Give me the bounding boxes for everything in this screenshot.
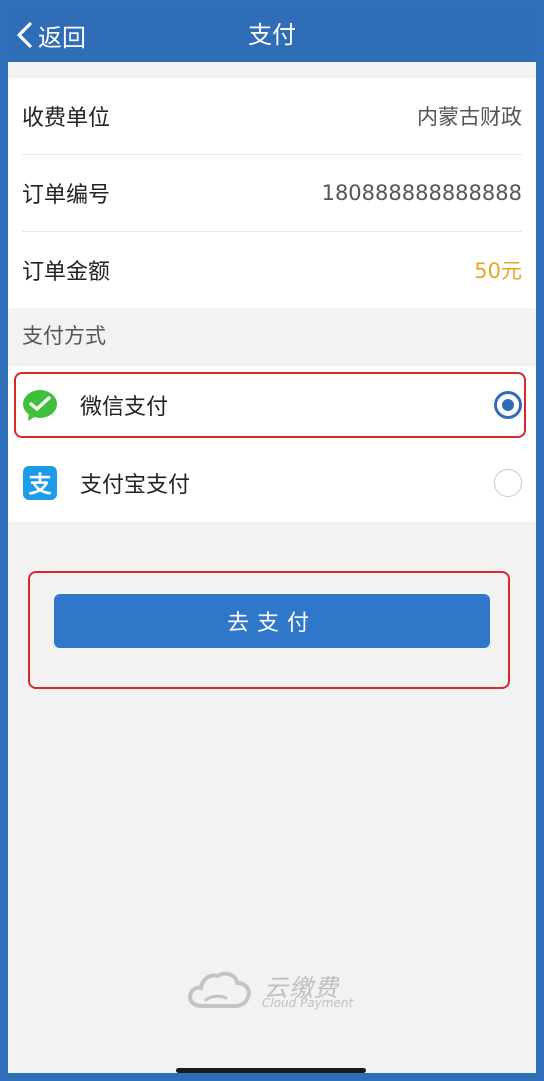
wechat-pay-icon bbox=[23, 390, 57, 421]
alipay-label: 支付宝支付 bbox=[80, 473, 191, 498]
amount-value: 50元 bbox=[474, 259, 522, 283]
cloud-icon bbox=[188, 971, 251, 1008]
brand-name-en: Cloud Payment bbox=[262, 996, 354, 1010]
info-row-order-no: 订单编号 180888888888888 bbox=[22, 155, 522, 232]
amount-label: 订单金额 bbox=[22, 260, 111, 285]
order-info-card: 收费单位 内蒙古财政 订单编号 180888888888888 订单金额 50元 bbox=[8, 78, 536, 308]
payment-option-alipay[interactable]: 支 支付宝支付 bbox=[8, 444, 536, 522]
screen: 返回 支付 收费单位 内蒙古财政 订单编号 180888888888888 订单… bbox=[8, 8, 536, 1073]
alipay-radio[interactable] bbox=[494, 469, 522, 497]
info-row-payee: 收费单位 内蒙古财政 bbox=[22, 78, 522, 155]
payment-option-wechat[interactable]: 微信支付 bbox=[8, 366, 536, 444]
payment-methods-card: 微信支付 支 支付宝支付 bbox=[8, 366, 536, 522]
cloud-payment-logo: 云缴费 Cloud Payment bbox=[186, 966, 366, 1014]
page-title: 支付 bbox=[248, 21, 296, 49]
payment-method-title: 支付方式 bbox=[22, 324, 106, 348]
payee-value: 内蒙古财政 bbox=[417, 105, 522, 129]
payee-label: 收费单位 bbox=[22, 106, 111, 131]
go-pay-button[interactable]: 去支付 bbox=[54, 594, 490, 648]
nav-bar: 返回 支付 bbox=[8, 8, 536, 62]
order-no-label: 订单编号 bbox=[22, 183, 111, 208]
order-no-value: 180888888888888 bbox=[321, 181, 522, 205]
svg-text:支: 支 bbox=[28, 472, 53, 498]
info-row-amount: 订单金额 50元 bbox=[22, 232, 522, 308]
back-label: 返回 bbox=[38, 23, 86, 52]
chevron-left-icon bbox=[17, 22, 32, 48]
back-button[interactable]: 返回 bbox=[14, 8, 86, 62]
alipay-icon: 支 bbox=[23, 466, 57, 500]
wechat-pay-radio[interactable] bbox=[494, 391, 522, 419]
home-indicator bbox=[176, 1068, 366, 1073]
wechat-pay-label: 微信支付 bbox=[80, 395, 169, 420]
